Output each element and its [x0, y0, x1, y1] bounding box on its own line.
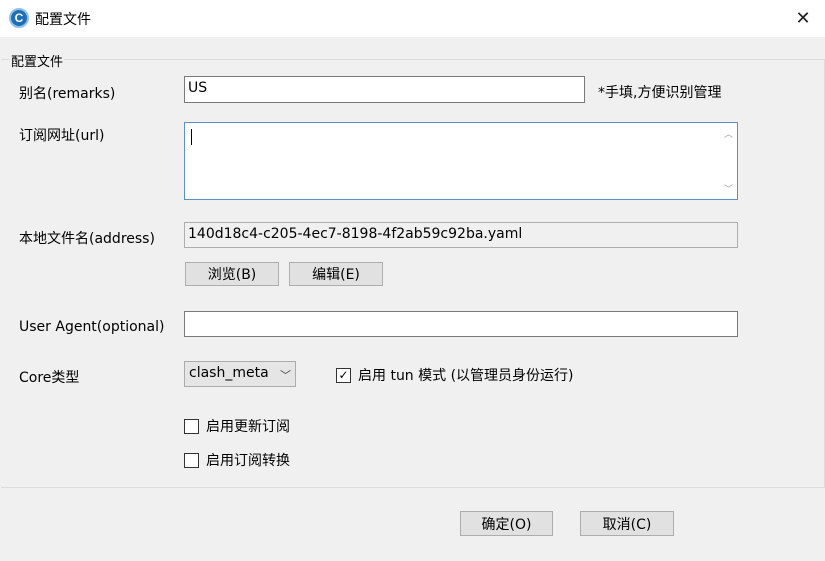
tun-mode-checkbox[interactable]: ✓: [336, 367, 351, 383]
remarks-hint: *手填,方便识别管理: [598, 85, 722, 101]
ok-button[interactable]: 确定(O): [460, 511, 553, 536]
edit-button[interactable]: 编辑(E): [289, 262, 383, 286]
user-agent-input[interactable]: [184, 311, 738, 337]
user-agent-label: User Agent(optional): [19, 319, 165, 335]
text-caret: [191, 129, 192, 145]
url-textarea[interactable]: ︿ ﹀: [184, 122, 738, 200]
tun-mode-option[interactable]: ✓ 启用 tun 模式 (以管理员身份运行): [336, 365, 574, 385]
window-title: 配置文件: [35, 12, 91, 28]
url-scrollbar[interactable]: ︿ ﹀: [720, 123, 737, 199]
remarks-label: 别名(remarks): [19, 86, 116, 102]
url-label: 订阅网址(url): [19, 128, 105, 144]
convert-subscription-checkbox[interactable]: [184, 452, 199, 468]
core-type-value: clash_meta: [189, 365, 269, 381]
address-label: 本地文件名(address): [19, 231, 155, 247]
update-subscription-option[interactable]: 启用更新订阅: [184, 416, 290, 436]
update-subscription-label: 启用更新订阅: [206, 419, 290, 435]
tun-mode-label: 启用 tun 模式 (以管理员身份运行): [358, 368, 574, 384]
convert-subscription-label: 启用订阅转换: [206, 453, 290, 469]
chevron-down-icon: ﹀: [280, 369, 291, 382]
convert-subscription-option[interactable]: 启用订阅转换: [184, 450, 290, 470]
update-subscription-checkbox[interactable]: [184, 418, 199, 434]
core-type-select[interactable]: clash_meta ﹀: [184, 361, 296, 387]
group-title: 配置文件: [10, 51, 65, 70]
scroll-up-icon[interactable]: ︿: [720, 125, 737, 142]
remarks-input[interactable]: US: [184, 76, 585, 103]
address-field: 140d18c4-c205-4ec7-8198-4f2ab59c92ba.yam…: [184, 222, 738, 248]
close-button[interactable]: ✕: [790, 5, 816, 31]
scroll-down-icon[interactable]: ﹀: [720, 180, 737, 197]
title-bar: C 配置文件 ✕: [0, 0, 825, 37]
browse-button[interactable]: 浏览(B): [185, 262, 279, 286]
app-logo-icon: C: [9, 8, 29, 28]
cancel-button[interactable]: 取消(C): [580, 511, 674, 536]
core-type-label: Core类型: [19, 370, 80, 386]
